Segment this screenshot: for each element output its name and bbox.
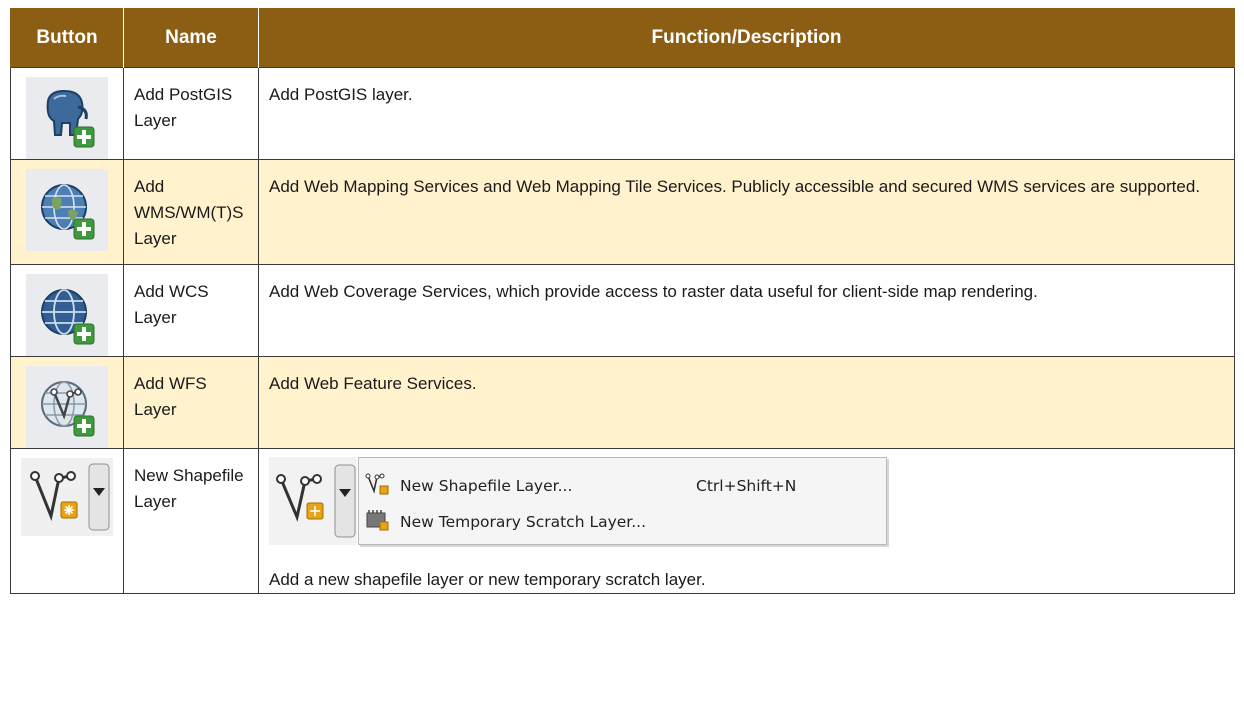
header-name: Name <box>123 8 259 68</box>
row-name: Add WMS/WM(T)S Layer <box>123 159 259 265</box>
row-name: Add WCS Layer <box>123 264 259 357</box>
dropdown-menu-screenshot: New Shapefile Layer... Ctrl+Shift+N New … <box>269 457 889 545</box>
postgis-elephant-add-icon[interactable] <box>26 77 108 159</box>
wms-globe-add-icon[interactable] <box>26 169 108 251</box>
row-name: New Shapefile Layer <box>123 448 259 594</box>
row-description: Add PostGIS layer. <box>258 67 1235 160</box>
wfs-globe-vector-add-icon[interactable] <box>26 366 108 448</box>
menu-item-new-scratch-layer[interactable]: New Temporary Scratch Layer... <box>359 504 886 534</box>
row-description-cell: New Shapefile Layer... Ctrl+Shift+N New … <box>258 448 1235 594</box>
row-name: Add PostGIS Layer <box>123 67 259 160</box>
new-shapefile-vector-icon[interactable] <box>21 458 113 536</box>
scratch-layer-icon <box>365 507 391 533</box>
menu-item-label: New Temporary Scratch Layer... <box>400 513 647 531</box>
row-description: Add Web Coverage Services, which provide… <box>258 264 1235 357</box>
row-description: Add Web Feature Services. <box>258 356 1235 449</box>
reference-table-container: Button Name Function/Description Add Pos… <box>10 8 1235 594</box>
table-header-row: Button Name Function/Description <box>10 8 1235 68</box>
menu-item-new-shapefile[interactable]: New Shapefile Layer... Ctrl+Shift+N <box>359 468 886 498</box>
button-cell <box>10 67 124 160</box>
wcs-globe-add-icon[interactable] <box>26 274 108 356</box>
button-cell <box>10 448 124 594</box>
new-shapefile-icon <box>365 471 391 497</box>
header-button: Button <box>10 8 124 68</box>
menu-item-shortcut: Ctrl+Shift+N <box>696 477 797 495</box>
row-description: Add Web Mapping Services and Web Mapping… <box>258 159 1235 265</box>
toolbar-reference-table: Button Name Function/Description Add Pos… <box>10 8 1235 594</box>
row-description: Add a new shapefile layer or new tempora… <box>269 570 706 589</box>
table-row: Add WMS/WM(T)S Layer Add Web Mapping Ser… <box>10 159 1235 265</box>
table-row: New Shapefile Layer New Shapefile Layer.… <box>10 448 1235 594</box>
header-description: Function/Description <box>258 8 1235 68</box>
new-layer-dropdown-menu: New Shapefile Layer... Ctrl+Shift+N New … <box>358 457 887 545</box>
menu-item-label: New Shapefile Layer... <box>400 477 573 495</box>
button-cell <box>10 159 124 265</box>
new-layer-dropdown-button[interactable] <box>269 457 357 545</box>
row-name: Add WFS Layer <box>123 356 259 449</box>
button-cell <box>10 264 124 357</box>
table-row: Add WCS Layer Add Web Coverage Services,… <box>10 264 1235 357</box>
table-row: Add WFS Layer Add Web Feature Services. <box>10 356 1235 449</box>
table-row: Add PostGIS Layer Add PostGIS layer. <box>10 67 1235 160</box>
button-cell <box>10 356 124 449</box>
